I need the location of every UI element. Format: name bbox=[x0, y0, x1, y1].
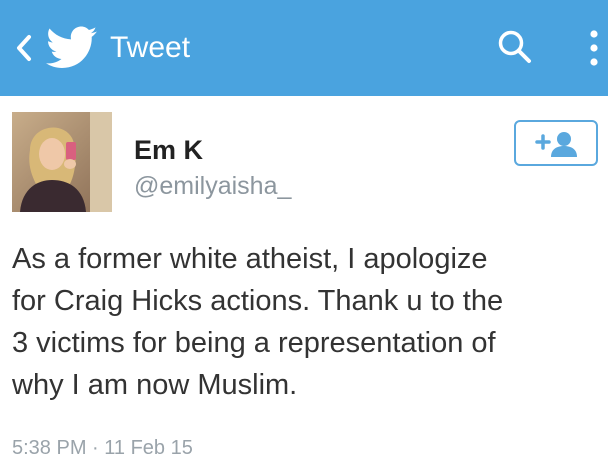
search-icon[interactable] bbox=[496, 28, 534, 66]
avatar[interactable] bbox=[12, 112, 112, 212]
follow-button[interactable] bbox=[514, 120, 598, 166]
chevron-left-icon[interactable] bbox=[12, 30, 36, 66]
overflow-menu-icon[interactable] bbox=[587, 26, 601, 70]
add-person-icon bbox=[535, 132, 577, 157]
twitter-bird-icon bbox=[46, 26, 97, 68]
author-name[interactable]: Em K bbox=[134, 134, 203, 166]
tweet-text: As a former white atheist, I apologize f… bbox=[12, 243, 504, 401]
screen-title: Tweet bbox=[110, 31, 191, 64]
tweet-screen: Tweet Em K @emilyaisha_ As a former whit… bbox=[0, 0, 608, 458]
author-handle[interactable]: @emilyaisha_ bbox=[134, 171, 291, 201]
top-app-bar: Tweet bbox=[0, 0, 608, 96]
profile-photo bbox=[12, 112, 112, 212]
tweet-timestamp: 5:38 PM · 11 Feb 15 bbox=[12, 437, 193, 458]
